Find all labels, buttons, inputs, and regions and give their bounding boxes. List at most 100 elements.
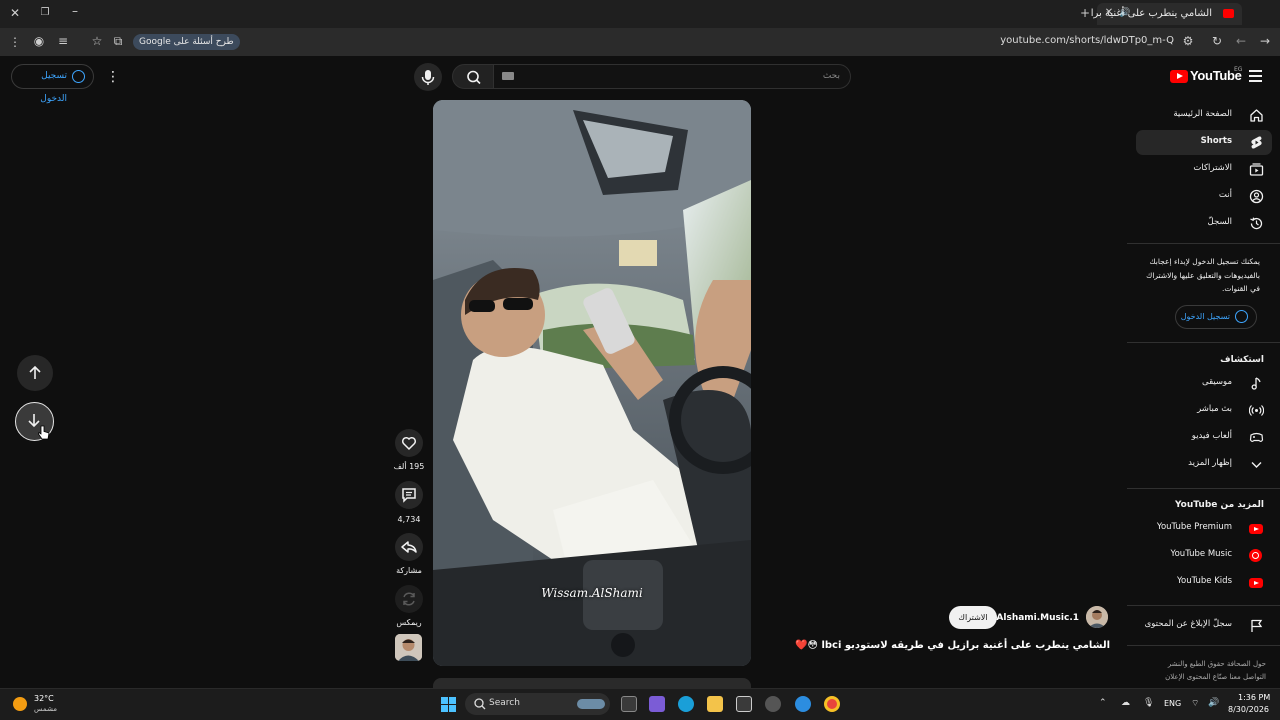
sidebar-item-youtube-music[interactable]: YouTube Music [1136, 543, 1272, 568]
close-icon[interactable]: ✕ [7, 6, 23, 22]
share-button[interactable] [395, 533, 423, 561]
sidebar-item-history[interactable]: السجلّ [1136, 211, 1272, 236]
menu-icon[interactable]: ⋮ [7, 35, 23, 51]
footer-links-row[interactable]: حول الصحافة حقوق الطبع والنشر [1140, 658, 1266, 671]
browser-tab-bar: ✕ ❐ – + ✕ 🔊 الشامي ينطرب على أغنية برا [0, 0, 1280, 28]
sidebar-item-report-history[interactable]: سجلّ الإبلاغ عن المحتوى [1136, 613, 1272, 638]
chrome-icon[interactable] [824, 696, 840, 712]
keyboard-icon[interactable] [502, 72, 514, 80]
you-icon [1249, 189, 1264, 204]
channel-avatar[interactable] [1086, 606, 1108, 628]
sidebar-item-shorts[interactable]: Shorts [1136, 130, 1272, 155]
share-label: مشاركة [396, 566, 422, 575]
active-tab[interactable]: ✕ 🔊 الشامي ينطرب على أغنية برا [1091, 3, 1242, 25]
app-icon[interactable] [795, 696, 811, 712]
tray-overflow-icon[interactable]: ⌃ [1099, 698, 1107, 708]
comments-button[interactable] [395, 481, 423, 509]
signin-note: يمكنك تسجيل الدخول لإبداء إعجابك بالفيدي… [1146, 257, 1260, 293]
forward-icon[interactable]: → [1257, 34, 1273, 50]
windows-start-icon[interactable] [441, 697, 456, 712]
sound-thumbnail[interactable] [395, 634, 422, 661]
next-short-preview[interactable] [433, 678, 751, 688]
remix-button[interactable] [395, 585, 423, 613]
restore-icon[interactable]: ❐ [37, 6, 53, 22]
store-icon[interactable] [736, 696, 752, 712]
weather-temperature[interactable]: 32°C [34, 694, 54, 703]
channel-handle[interactable]: @Alshami.Music.1 [987, 613, 1079, 623]
youtube-play-icon [1170, 70, 1188, 83]
previous-short-button[interactable] [17, 355, 53, 391]
back-icon[interactable]: ← [1233, 34, 1249, 50]
account-icon [72, 70, 85, 83]
sidebar-item-home[interactable]: الصفحة الرئيسية [1136, 103, 1272, 128]
wifi-icon[interactable]: ⌔ [1191, 698, 1199, 709]
copilot-icon[interactable] [649, 696, 665, 712]
signin-button[interactable]: تسجيل الدخول [11, 64, 94, 104]
sidebar-item-label: السجلّ [1207, 217, 1232, 227]
live-icon [1249, 405, 1264, 416]
search-button[interactable] [452, 64, 494, 89]
search-icon [474, 698, 486, 710]
sidebar-footer: حول الصحافة حقوق الطبع والنشر التواصل مع… [1140, 658, 1266, 684]
sidebar-item-label: YouTube Kids [1176, 576, 1232, 586]
hamburger-menu-icon[interactable] [1249, 70, 1262, 82]
avatar-image [1086, 606, 1108, 628]
clock-date[interactable]: 8/30/2026 [1228, 705, 1269, 714]
clock-time[interactable]: 1:36 PM [1238, 693, 1270, 702]
reload-icon[interactable]: ↻ [1209, 34, 1225, 50]
profile-icon[interactable]: ◉ [31, 34, 47, 50]
ask-google-chip[interactable]: طرح أسئلة على Google [133, 34, 240, 50]
footer-links-row[interactable]: التواصل معنا صنّاع المحتوى الإعلان [1140, 671, 1266, 684]
star-icon[interactable]: ☆ [89, 34, 105, 50]
sidebar-item-show-more[interactable]: إظهار المزيد [1136, 452, 1272, 477]
sidebar-item-youtube-premium[interactable]: YouTube Premium [1136, 516, 1272, 541]
settings-menu-icon[interactable]: ⋮ [106, 68, 120, 86]
sidebar-item-label: موسيقى [1201, 377, 1232, 387]
flag-icon [1251, 619, 1263, 632]
shorts-icon [1251, 136, 1262, 149]
reading-list-icon[interactable]: ≡ [55, 34, 71, 50]
sidebar-item-label: ألعاب فيديو [1191, 431, 1232, 441]
network-app-icon[interactable]: ☁ [1121, 698, 1130, 708]
subscribe-button[interactable]: الاشتراك [949, 606, 997, 629]
sidebar-divider [1127, 488, 1280, 489]
sidebar-signin-button[interactable]: تسجيل الدخول [1175, 305, 1257, 329]
more-from-youtube-heading: المزيد من YouTube [1174, 500, 1264, 510]
sidebar-item-subscriptions[interactable]: الاشتراكات [1136, 157, 1272, 182]
sidebar-divider [1127, 342, 1280, 343]
sidebar-item-music[interactable]: موسيقى [1136, 371, 1272, 396]
share-icon [401, 541, 417, 553]
tune-icon[interactable]: ⚙ [1180, 34, 1196, 50]
short-title[interactable]: الشامي ينطرب على أغنية برازيل في طريقه ل… [795, 640, 1110, 651]
logo-country: EG [1234, 66, 1243, 73]
settings-app-icon[interactable] [765, 696, 781, 712]
taskbar-search-box[interactable] [465, 693, 610, 715]
task-view-icon[interactable] [621, 696, 637, 712]
youtube-music-icon [1249, 549, 1262, 562]
minimize-icon[interactable]: – [67, 4, 83, 20]
short-video-player[interactable]: Wissam.AlShami [433, 100, 751, 666]
search-placeholder: بحث [822, 71, 840, 81]
share-page-icon[interactable]: ⧉ [110, 34, 126, 50]
like-button[interactable] [395, 429, 423, 457]
file-explorer-icon[interactable] [707, 696, 723, 712]
microphone-tray-icon[interactable]: 🎙 [1143, 698, 1154, 708]
comment-count: 4,734 [397, 515, 421, 524]
sidebar-item-youtube-kids[interactable]: YouTube Kids [1136, 570, 1272, 595]
url-field[interactable]: youtube.com/shorts/ldwDTp0_m-Q [1000, 35, 1174, 46]
language-indicator[interactable]: ENG [1164, 699, 1181, 708]
sidebar-item-label: بث مباشر [1197, 404, 1232, 414]
comment-icon [402, 488, 416, 503]
search-input[interactable]: بحث [493, 64, 851, 89]
weather-description[interactable]: مشمس [34, 705, 57, 713]
sun-icon[interactable] [13, 697, 27, 711]
sidebar-item-live[interactable]: بث مباشر [1136, 398, 1272, 423]
history-icon [1250, 217, 1263, 230]
explore-heading: استكشاف [1220, 355, 1264, 365]
edge-icon[interactable] [678, 696, 694, 712]
music-icon [1251, 377, 1261, 390]
sidebar-item-gaming[interactable]: ألعاب فيديو [1136, 425, 1272, 450]
voice-search-button[interactable] [414, 63, 442, 91]
volume-icon[interactable]: 🔊 [1208, 698, 1219, 708]
sidebar-item-you[interactable]: أنت [1136, 184, 1272, 209]
